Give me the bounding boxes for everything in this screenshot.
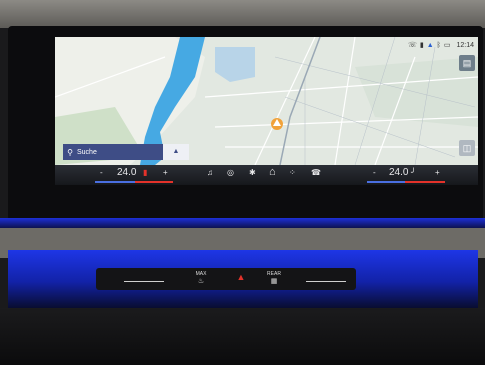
navigation-icon: ▲ xyxy=(426,41,434,49)
search-placeholder: Suche xyxy=(77,148,97,156)
right-temperature[interactable]: 24.0 xyxy=(389,167,408,178)
hazard-button[interactable]: ▲ xyxy=(234,272,248,282)
status-bar: ☏ ▮ ▲ ᛒ ▭ 12:14 xyxy=(408,39,474,51)
left-temp-minus-button[interactable]: - xyxy=(100,168,103,177)
left-temp-plus-button[interactable]: + xyxy=(163,168,168,177)
right-seat-icon[interactable]: ╯ xyxy=(411,168,416,177)
rear-defrost-button[interactable]: REAR ▦ xyxy=(262,271,286,285)
right-temp-slider[interactable] xyxy=(306,281,346,282)
max-defrost-button[interactable]: MAX ♨ xyxy=(190,271,212,285)
defrost-icon: ♨ xyxy=(197,278,205,285)
fan-icon[interactable]: ✱ xyxy=(249,168,256,177)
clock-time: 12:14 xyxy=(456,41,474,49)
phone-call-icon[interactable]: ☎ xyxy=(311,168,321,177)
right-temp-heat-indicator xyxy=(405,181,445,183)
left-temp-heat-indicator xyxy=(135,181,173,183)
media-icon[interactable]: ♫ xyxy=(207,168,213,177)
left-temp-slider[interactable] xyxy=(124,281,164,282)
ambient-light-upper xyxy=(0,218,485,228)
expand-search-button[interactable]: ▲ xyxy=(163,144,189,160)
hazard-icon: ▲ xyxy=(236,272,246,282)
lower-dashboard xyxy=(0,308,485,365)
signal-icon: ▮ xyxy=(419,42,424,49)
map-layers-icon: ▤ xyxy=(462,58,472,68)
home-icon[interactable]: ⌂ xyxy=(269,166,276,178)
compass-icon: ◫ xyxy=(462,143,472,153)
screen-icon: ▭ xyxy=(443,42,451,49)
infotainment-screen: ☏ ▮ ▲ ᛒ ▭ 12:14 ▤ ◫ ⚲ Suche ▲ - 24.0 ▮ +… xyxy=(55,37,478,185)
bottom-control-bar: - 24.0 ▮ + ♫ ◎ ✱ ⌂ ⁘ ☎ - 24.0 ╯ + xyxy=(55,165,478,185)
ceiling xyxy=(0,0,485,28)
right-temp-minus-button[interactable]: - xyxy=(373,168,376,177)
climate-icon[interactable]: ◎ xyxy=(227,168,234,177)
rear-defrost-icon: ▦ xyxy=(270,278,278,285)
climate-control-strip xyxy=(96,268,356,290)
phone-icon: ☏ xyxy=(408,42,417,49)
apps-icon[interactable]: ⁘ xyxy=(289,168,296,177)
right-temp-plus-button[interactable]: + xyxy=(435,168,440,177)
left-temperature[interactable]: 24.0 xyxy=(117,167,136,178)
search-field[interactable]: ⚲ Suche ▲ xyxy=(63,144,189,160)
search-icon: ⚲ xyxy=(67,147,73,157)
map-view-button[interactable]: ◫ xyxy=(459,140,475,156)
bluetooth-icon: ᛒ xyxy=(436,41,441,49)
map-settings-button[interactable]: ▤ xyxy=(459,55,475,71)
seat-heat-icon[interactable]: ▮ xyxy=(143,168,147,177)
